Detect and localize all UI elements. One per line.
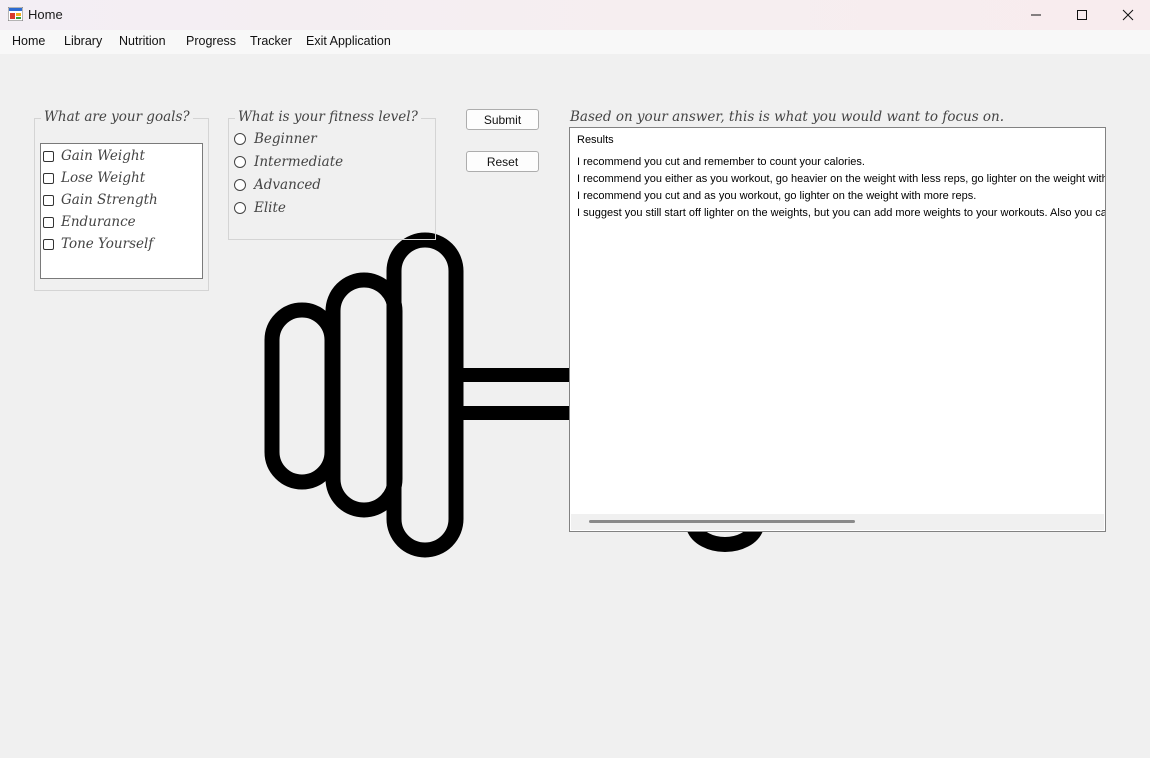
- menu-nutrition[interactable]: Nutrition: [119, 34, 166, 48]
- menu-library[interactable]: Library: [64, 34, 102, 48]
- fitness-advanced[interactable]: Advanced: [234, 175, 321, 195]
- radio-button[interactable]: [234, 179, 246, 191]
- checkbox[interactable]: [43, 172, 54, 184]
- radio-button[interactable]: [234, 156, 246, 168]
- results-listbox[interactable]: Results I recommend you cut and remember…: [569, 127, 1106, 532]
- fitness-intermediate[interactable]: Intermediate: [234, 152, 343, 172]
- maximize-button[interactable]: [1059, 0, 1105, 30]
- result-line[interactable]: I suggest you still start off lighter on…: [577, 207, 1105, 219]
- menu-home[interactable]: Home: [12, 34, 45, 48]
- horizontal-scrollbar[interactable]: [571, 514, 1104, 530]
- fitness-beginner[interactable]: Beginner: [234, 129, 317, 149]
- checkbox[interactable]: [43, 216, 54, 228]
- results-header: Results: [577, 134, 614, 146]
- maximize-icon: [1077, 10, 1087, 20]
- scrollbar-thumb[interactable]: [589, 520, 855, 523]
- title-bar: Home: [0, 0, 1150, 30]
- reset-button[interactable]: Reset: [466, 151, 539, 172]
- menu-progress[interactable]: Progress: [186, 34, 236, 48]
- window-title: Home: [28, 7, 63, 22]
- close-button[interactable]: [1105, 0, 1150, 30]
- result-line[interactable]: I recommend you cut and remember to coun…: [577, 156, 865, 168]
- result-line[interactable]: I recommend you cut and as you workout, …: [577, 190, 976, 202]
- menu-bar: Home Library Nutrition Progress Tracker …: [0, 30, 1150, 54]
- fitness-legend: What is your fitness level?: [235, 109, 421, 125]
- goal-lose-weight[interactable]: Lose Weight: [43, 168, 145, 188]
- radio-button[interactable]: [234, 133, 246, 145]
- app-icon: [8, 7, 23, 21]
- minimize-icon: [1031, 14, 1041, 16]
- menu-exit-application[interactable]: Exit Application: [306, 34, 391, 48]
- goals-checklist[interactable]: Gain Weight Lose Weight Gain Strength En…: [40, 143, 203, 279]
- goals-legend: What are your goals?: [41, 109, 193, 125]
- results-label: Based on your answer, this is what you w…: [570, 109, 1005, 125]
- result-line[interactable]: I recommend you either as you workout, g…: [577, 173, 1105, 185]
- goal-endurance[interactable]: Endurance: [43, 212, 136, 232]
- goal-tone-yourself[interactable]: Tone Yourself: [43, 234, 153, 254]
- fitness-elite[interactable]: Elite: [234, 198, 286, 218]
- checkbox[interactable]: [43, 238, 54, 250]
- minimize-button[interactable]: [1013, 0, 1059, 30]
- checkbox[interactable]: [43, 150, 54, 162]
- menu-tracker[interactable]: Tracker: [250, 34, 292, 48]
- radio-button[interactable]: [234, 202, 246, 214]
- submit-button[interactable]: Submit: [466, 109, 539, 130]
- goal-gain-strength[interactable]: Gain Strength: [43, 190, 158, 210]
- goal-gain-weight[interactable]: Gain Weight: [43, 146, 145, 166]
- close-icon: [1122, 9, 1134, 21]
- checkbox[interactable]: [43, 194, 54, 206]
